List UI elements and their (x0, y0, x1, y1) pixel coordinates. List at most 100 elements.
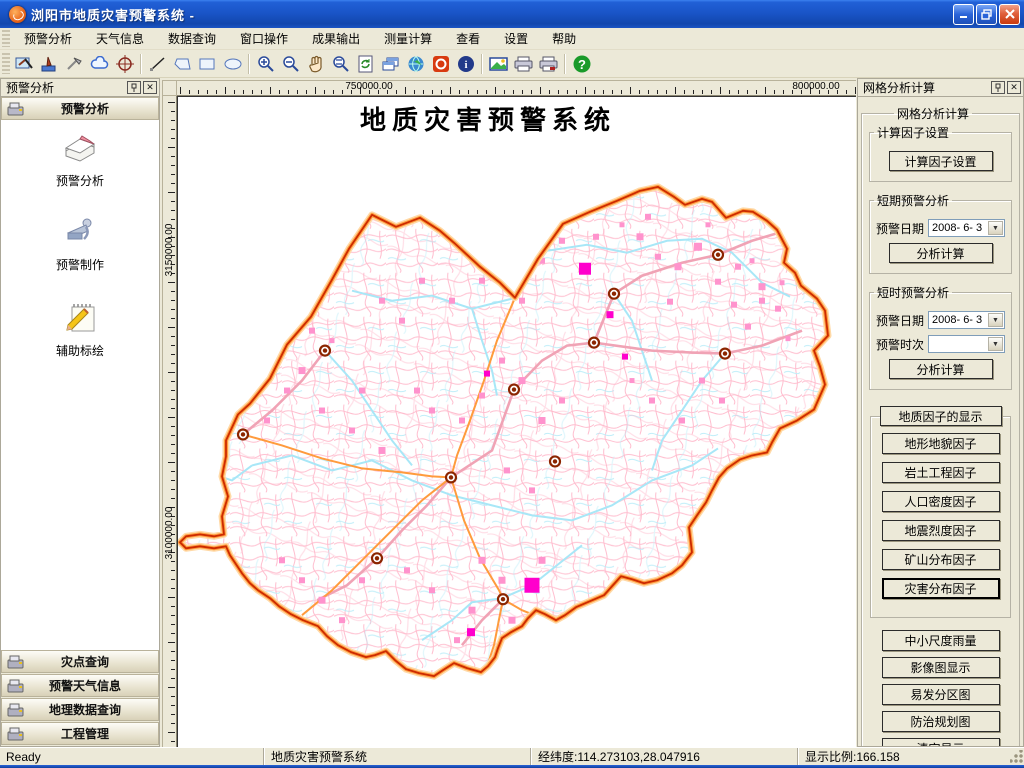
pan-hand-icon[interactable] (303, 52, 328, 76)
nowcast-date-combo[interactable]: 2008- 6- 3▼ (928, 311, 1005, 329)
grid-cell (620, 222, 625, 227)
left-panel-items: 预警分析预警制作辅助标绘 (1, 121, 159, 650)
grid-cell (359, 388, 365, 394)
factor-settings-button[interactable]: 计算因子设置 (889, 151, 993, 171)
menu-item-8[interactable]: 帮助 (540, 28, 588, 49)
close-icon[interactable]: ✕ (1007, 81, 1021, 94)
image-view-icon[interactable] (486, 52, 511, 76)
chevron-down-icon[interactable]: ▼ (988, 313, 1003, 327)
resize-grip[interactable] (1010, 750, 1024, 764)
geo-factors-display-button[interactable]: 地质因子的显示 (880, 406, 1002, 426)
status-item-0: Ready (0, 748, 263, 765)
menu-item-5[interactable]: 测量计算 (372, 28, 444, 49)
grid-cell (675, 263, 682, 270)
factor-button-3[interactable]: 地震烈度因子 (882, 520, 1000, 541)
display-button-3[interactable]: 防治规划图 (882, 711, 1000, 732)
chevron-down-icon[interactable]: ▼ (988, 221, 1003, 235)
town-marker-center (375, 556, 379, 560)
menu-item-0[interactable]: 预警分析 (12, 28, 84, 49)
menu-bar: 预警分析天气信息数据查询窗口操作成果输出测量计算查看设置帮助 (0, 28, 1024, 50)
print-setup-icon[interactable] (536, 52, 561, 76)
grid-cell (479, 393, 485, 399)
grid-cell (699, 378, 705, 384)
plot-marker-icon[interactable] (37, 52, 62, 76)
draw-rectangle-icon[interactable] (195, 52, 220, 76)
grid-cell (715, 279, 721, 285)
restore-button[interactable] (976, 4, 997, 25)
grid-cell (759, 298, 765, 304)
stop-icon[interactable] (428, 52, 453, 76)
grid-cell (454, 637, 460, 643)
factor-button-5[interactable]: 灾害分布因子 (882, 578, 1000, 599)
pick-tool-icon[interactable] (62, 52, 87, 76)
menu-item-6[interactable]: 查看 (444, 28, 492, 49)
draw-ellipse-icon[interactable] (220, 52, 245, 76)
display-button-1[interactable]: 影像图显示 (882, 657, 1000, 678)
toolbar: i? (0, 50, 1024, 78)
display-button-2[interactable]: 易发分区图 (882, 684, 1000, 705)
map-canvas[interactable]: 地质灾害预警系统 (177, 96, 856, 747)
pin-icon[interactable] (127, 81, 141, 94)
menu-item-4[interactable]: 成果输出 (300, 28, 372, 49)
menu-item-7[interactable]: 设置 (492, 28, 540, 49)
short-term-analyze-button[interactable]: 分析计算 (889, 243, 993, 263)
display-button-0[interactable]: 中小尺度雨量 (882, 630, 1000, 651)
sidebar-item-1[interactable]: 预警制作 (1, 215, 159, 273)
close-button[interactable] (999, 4, 1020, 25)
town-marker-center (449, 475, 453, 479)
group-2: 短时预警分析预警日期2008- 6- 3▼预警时次▼分析计算 (869, 284, 1012, 390)
sidebar-item-0[interactable]: 预警分析 (1, 131, 159, 189)
left-panel-header-label: 预警分析 (26, 100, 158, 117)
draw-line-icon[interactable] (145, 52, 170, 76)
cloud-weather-icon[interactable] (87, 52, 112, 76)
grid-cell (519, 298, 525, 304)
cascade-windows-icon[interactable] (378, 52, 403, 76)
factor-button-1[interactable]: 岩土工程因子 (882, 462, 1000, 483)
info-icon[interactable]: i (453, 52, 478, 76)
grid-cell (399, 318, 405, 324)
web-globe-icon[interactable] (403, 52, 428, 76)
menu-item-3[interactable]: 窗口操作 (228, 28, 300, 49)
sidebar-item-label: 预警制作 (56, 256, 104, 273)
pin-icon[interactable] (991, 81, 1005, 94)
menu-grip[interactable] (2, 30, 10, 47)
draw-polygon-icon[interactable] (170, 52, 195, 76)
zoom-extent-icon[interactable] (328, 52, 353, 76)
sidebar-group-2[interactable]: 地理数据查询 (1, 698, 159, 721)
sidebar-group-label: 工程管理 (26, 725, 158, 742)
grid-cell (679, 418, 685, 424)
nowcast-hour-combo[interactable]: ▼ (928, 335, 1005, 353)
factor-button-0[interactable]: 地形地貌因子 (882, 433, 1000, 454)
sidebar-group-3[interactable]: 工程管理 (1, 722, 159, 745)
chevron-down-icon[interactable]: ▼ (988, 337, 1003, 351)
sidebar-group-0[interactable]: 灾点查询 (1, 650, 159, 673)
grid-cell (504, 467, 510, 473)
print-icon[interactable] (511, 52, 536, 76)
sidebar-group-1[interactable]: 预警天气信息 (1, 674, 159, 697)
warning-book-icon (60, 131, 100, 168)
sidebar-item-label: 预警分析 (56, 172, 104, 189)
display-button-4[interactable]: 清空显示 (882, 738, 1000, 747)
zoom-out-icon[interactable] (278, 52, 303, 76)
grid-cell (319, 408, 325, 414)
close-icon[interactable]: ✕ (143, 81, 157, 94)
grid-cell (759, 283, 766, 290)
minimize-button[interactable] (953, 4, 974, 25)
grid-cell (349, 427, 355, 433)
menu-item-1[interactable]: 天气信息 (84, 28, 156, 49)
warning-analysis-icon[interactable] (12, 52, 37, 76)
locate-target-icon[interactable] (112, 52, 137, 76)
refresh-map-icon[interactable] (353, 52, 378, 76)
group-0: 计算因子设置计算因子设置 (869, 124, 1012, 182)
menu-item-2[interactable]: 数据查询 (156, 28, 228, 49)
factor-button-4[interactable]: 矿山分布因子 (882, 549, 1000, 570)
zoom-in-icon[interactable] (253, 52, 278, 76)
nowcast-analyze-button[interactable]: 分析计算 (889, 359, 993, 379)
grid-cell (579, 263, 591, 275)
toolbar-grip[interactable] (2, 53, 10, 75)
sidebar-item-2[interactable]: 辅助标绘 (1, 299, 159, 359)
grid-cell (419, 278, 425, 284)
factor-button-2[interactable]: 人口密度因子 (882, 491, 1000, 512)
short-term-date-combo[interactable]: 2008- 6- 3▼ (928, 219, 1005, 237)
help-icon[interactable]: ? (569, 52, 594, 76)
